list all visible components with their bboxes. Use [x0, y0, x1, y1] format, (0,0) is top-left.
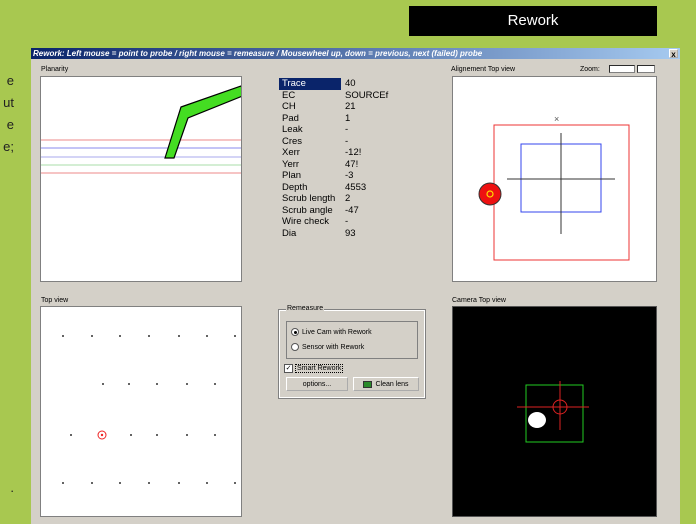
clean-lens-button[interactable]: Clean lens: [353, 377, 419, 391]
property-value: SOURCEf: [345, 89, 389, 101]
radio-button[interactable]: [291, 343, 299, 352]
property-row-ch[interactable]: CH 21: [279, 101, 399, 113]
property-value: -3: [345, 170, 354, 181]
radio-live-cam-label: Live Cam with Rework: [302, 329, 372, 336]
target-x-marker: ×: [554, 114, 559, 124]
radio-sensor[interactable]: Sensor with Rework: [291, 343, 364, 353]
property-row-xerr[interactable]: Xerr -12!: [279, 147, 399, 159]
property-key: Yerr: [282, 158, 300, 170]
radio-button[interactable]: [291, 328, 299, 337]
property-row-scrub-angle[interactable]: Scrub angle -47: [279, 205, 399, 217]
property-value: -: [345, 135, 349, 147]
rework-window: Rework: Left mouse = point to probe / ri…: [31, 48, 680, 524]
property-key: Scrub angle: [282, 204, 333, 216]
camera-probe-mark: [528, 412, 546, 428]
property-row-wire-check[interactable]: Wire check -: [279, 216, 399, 228]
clean-lens-label: Clean lens: [375, 381, 409, 388]
side-text-2: ut: [3, 95, 14, 110]
remeasure-legend: Remeasure: [286, 305, 325, 312]
property-row-leak[interactable]: Leak -: [279, 124, 399, 136]
property-value: 2: [345, 193, 351, 204]
property-value: -47: [345, 204, 359, 216]
property-key: Leak: [282, 124, 303, 135]
property-value: 47!: [345, 158, 359, 170]
property-key: EC: [282, 89, 296, 101]
top-view-label: Top view: [41, 297, 69, 304]
property-value: -: [345, 124, 349, 135]
property-row-scrub-length[interactable]: Scrub length 2: [279, 193, 399, 205]
property-row-trace[interactable]: Trace 40: [279, 78, 399, 90]
side-text-3: e: [6, 117, 14, 132]
property-value: 40: [345, 78, 356, 89]
property-key: Plan: [282, 170, 302, 181]
radio-live-cam[interactable]: Live Cam with Rework: [291, 328, 372, 338]
planarity-panel[interactable]: [40, 76, 246, 282]
side-text-1: e: [6, 73, 14, 88]
planarity-label: Planarity: [41, 66, 69, 73]
property-row-ec[interactable]: EC SOURCEf: [279, 90, 399, 102]
property-key: Dia: [282, 227, 297, 239]
property-value: 21: [345, 101, 356, 112]
probe-mark-circle: [478, 182, 502, 206]
radio-sensor-label: Sensor with Rework: [302, 344, 365, 351]
camera-view: [517, 381, 589, 443]
property-row-plan[interactable]: Plan -3: [279, 170, 399, 182]
window-titlebar[interactable]: Rework: Left mouse = point to probe / ri…: [31, 48, 680, 59]
probe-dots: [62, 335, 236, 484]
property-key: Cres: [282, 135, 303, 147]
alignment-graph: ×: [478, 114, 630, 261]
property-key: Depth: [282, 181, 308, 193]
top-view-panel[interactable]: [40, 306, 242, 517]
lens-icon: [363, 380, 373, 388]
property-key: CH: [282, 101, 296, 112]
property-row-cres[interactable]: Cres -: [279, 136, 399, 148]
close-button[interactable]: x: [669, 49, 678, 59]
probe-needle-shape: [164, 85, 246, 159]
side-text-5: .: [10, 480, 14, 495]
property-key: Pad: [282, 112, 299, 124]
smart-rework-checkbox[interactable]: ✓ Smart Rework: [284, 364, 344, 374]
property-key: Xerr: [282, 147, 300, 158]
zoom-label: Zoom:: [580, 66, 600, 73]
property-key: Scrub length: [282, 193, 336, 204]
property-value: -: [345, 216, 349, 227]
property-value: 1: [345, 112, 351, 124]
smart-rework-label: Smart Rework: [295, 364, 344, 374]
options-button[interactable]: options...: [286, 377, 348, 391]
property-value: 93: [345, 227, 356, 239]
zoom-input-1[interactable]: [609, 65, 635, 73]
property-key: Trace: [279, 78, 341, 90]
property-key: Wire check: [282, 216, 329, 227]
property-row-yerr[interactable]: Yerr 47!: [279, 159, 399, 171]
window-title: Rework: Left mouse = point to probe / ri…: [33, 49, 483, 58]
planarity-graph: [41, 85, 246, 174]
remeasure-radio-group: Live Cam with Rework Sensor with Rework: [286, 321, 418, 359]
rework-banner: Rework: [409, 6, 657, 36]
camera-panel[interactable]: [452, 306, 657, 517]
zoom-input-2[interactable]: [637, 65, 655, 73]
probe-properties-list: Trace 40 EC SOURCEf CH 21 Pad 1 Leak - Cres - …: [279, 78, 399, 239]
remeasure-group: Remeasure Live Cam with Rework Sensor wi…: [278, 305, 426, 399]
property-value: 4553: [345, 181, 367, 193]
checkmark-icon[interactable]: ✓: [284, 364, 293, 373]
property-row-depth[interactable]: Depth 4553: [279, 182, 399, 194]
alignment-panel[interactable]: ×: [452, 76, 657, 282]
property-value: -12!: [345, 147, 362, 158]
side-text-4: e;: [3, 139, 14, 154]
top-view-grid: [62, 335, 236, 484]
selected-probe-dot: [100, 433, 104, 437]
camera-label: Camera Top view: [452, 297, 506, 304]
property-row-pad[interactable]: Pad 1: [279, 113, 399, 125]
property-row-dia[interactable]: Dia 93: [279, 228, 399, 240]
alignment-label: Alignement Top view: [451, 66, 516, 73]
